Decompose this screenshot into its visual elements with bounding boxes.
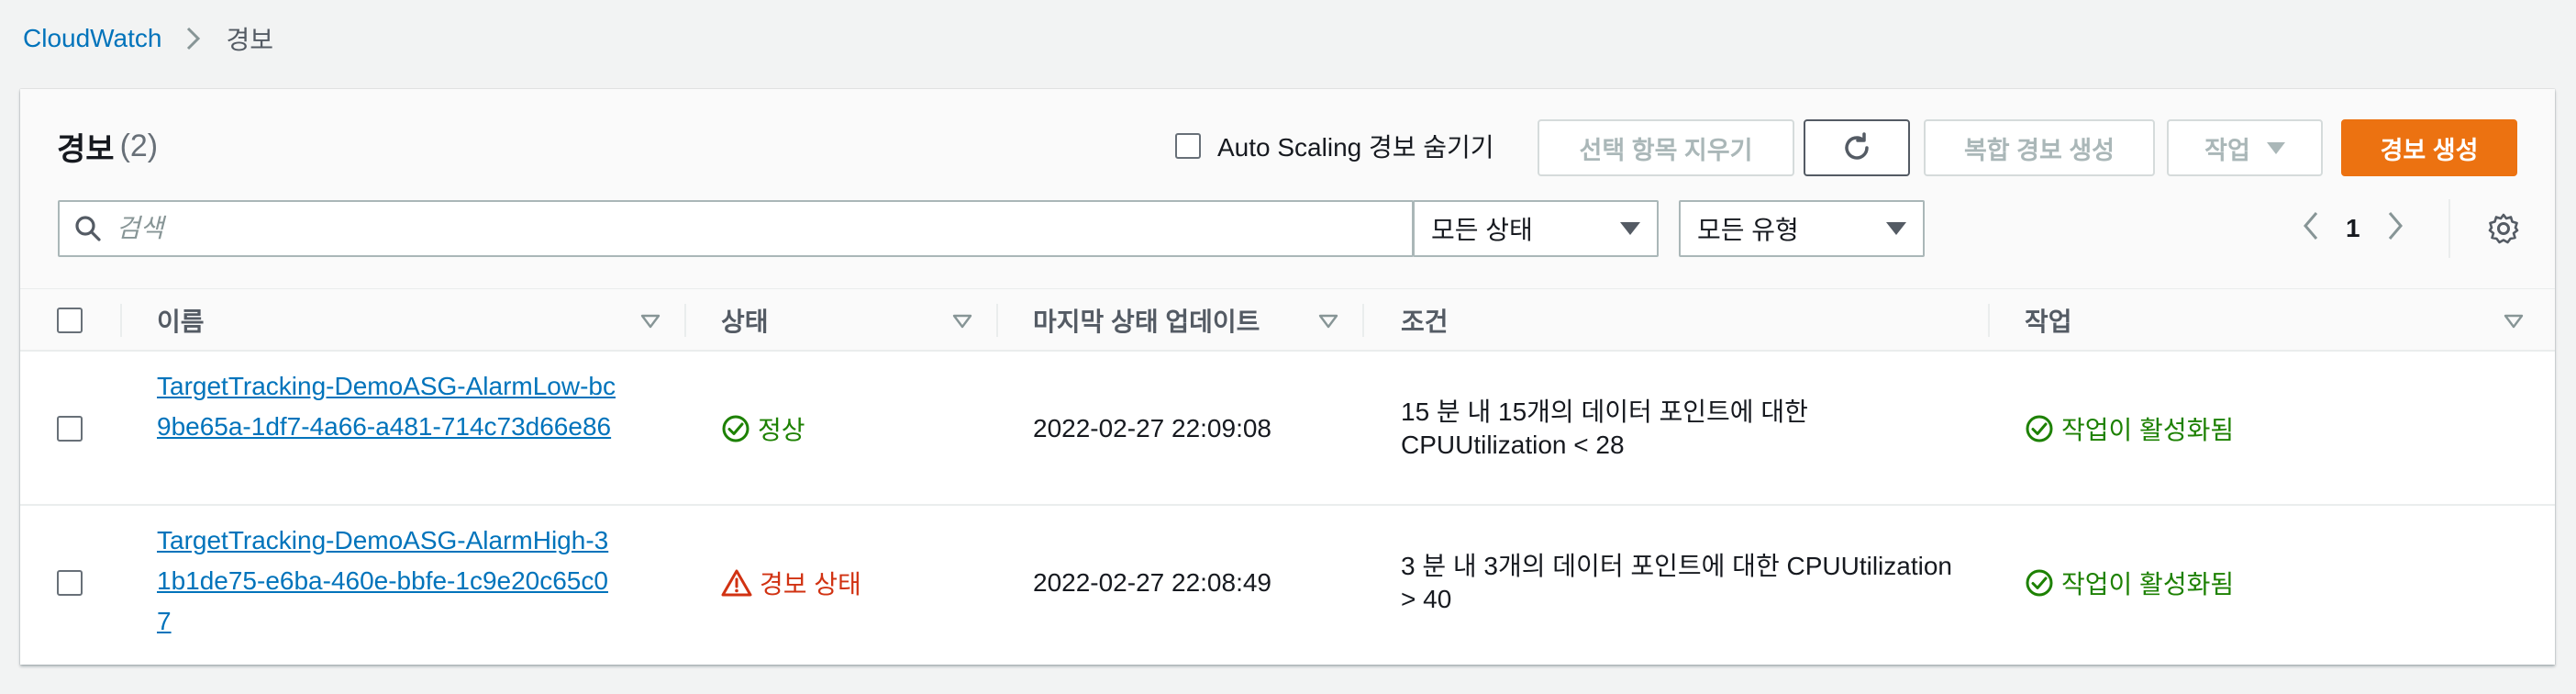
search-box[interactable] [58,200,1414,257]
column-divider [996,304,998,337]
search-input[interactable] [117,214,1382,243]
hide-autoscaling-label: Auto Scaling 경보 숨기기 [1217,133,1494,162]
refresh-icon [1845,132,1869,160]
column-divider [120,304,122,337]
pagination-divider [2448,199,2450,258]
alarm-name-link[interactable]: TargetTracking-DemoASG-AlarmLow-bc9be65a… [157,366,616,447]
column-divider [1988,304,1990,337]
alarm-state-cell: 정상 [721,352,805,506]
gear-icon[interactable] [2487,212,2520,245]
caret-down-icon [1886,222,1906,235]
alarm-name-cell: TargetTracking-DemoASG-AlarmLow-bc9be65a… [157,366,616,447]
column-divider [1362,304,1364,337]
alarm-name-link[interactable]: TargetTracking-DemoASG-AlarmHigh-31b1de7… [157,520,616,642]
condition-text: 3 분 내 3개의 데이터 포인트에 대한 CPUUtilization > 4… [1401,552,1952,613]
condition-cell: 3 분 내 3개의 데이터 포인트에 대한 CPUUtilization > 4… [1401,506,1970,660]
hide-autoscaling-toggle[interactable]: Auto Scaling 경보 숨기기 [1175,130,1494,162]
row-select-cell [57,352,83,506]
column-header-state[interactable]: 상태 [721,289,769,352]
search-icon [75,216,101,241]
last-update-cell: 2022-02-27 22:09:08 [1033,414,1271,442]
actions-status-text: 작업이 활성화됨 [2061,416,2235,444]
page-title: 경보 (2) [57,126,159,167]
column-header-name[interactable]: 이름 [157,289,205,352]
chevron-right-icon [180,25,207,52]
breadcrumb-cloudwatch-link[interactable]: CloudWatch [23,24,161,53]
check-circle-icon [2026,415,2053,442]
next-page-icon[interactable] [2386,210,2404,248]
select-all-cell [57,289,83,352]
alarm-state-text: 경보 상태 [760,570,861,599]
hide-autoscaling-checkbox[interactable] [1175,133,1201,159]
alarms-panel: 경보 (2) Auto Scaling 경보 숨기기 선택 항목 지우기 복합 … [20,89,2555,665]
create-composite-alarm-button[interactable]: 복합 경보 생성 [1924,119,2155,176]
condition-cell: 15 분 내 15개의 데이터 포인트에 대한 CPUUtilization <… [1401,352,1970,506]
check-circle-icon [722,415,749,442]
pagination: 1 [2302,207,2404,251]
table-row[interactable]: TargetTracking-DemoASG-AlarmLow-bc9be65a… [20,352,2555,506]
type-filter-value: 모든 유형 [1697,216,1799,244]
column-header-last-update[interactable]: 마지막 상태 업데이트 [1033,289,1260,352]
previous-page-icon[interactable] [2302,210,2320,248]
actions-status-text: 작업이 활성화됨 [2061,570,2235,599]
warning-icon [721,569,752,597]
state-filter-value: 모든 상태 [1431,216,1533,244]
create-alarm-button[interactable]: 경보 생성 [2341,119,2517,176]
alarm-count: (2) [119,128,159,163]
check-circle-icon [2026,569,2053,597]
row-select-cell [57,506,83,660]
alarm-state-cell: 경보 상태 [721,506,861,660]
column-header-actions: 작업 [2025,308,2072,336]
panel-header: 경보 (2) Auto Scaling 경보 숨기기 선택 항목 지우기 복합 … [20,89,2555,289]
breadcrumb: CloudWatch 경보 [23,20,273,57]
column-header-conditions: 조건 [1401,308,1449,336]
column-divider [684,304,686,337]
condition-text: 15 분 내 15개의 데이터 포인트에 대한 CPUUtilization <… [1401,397,1808,459]
refresh-button[interactable] [1804,119,1910,176]
breadcrumb-current: 경보 [226,26,274,54]
table-row[interactable]: TargetTracking-DemoASG-AlarmHigh-31b1de7… [20,506,2555,660]
actions-cell: 작업이 활성화됨 [2025,352,2234,506]
title-text: 경보 [57,131,115,167]
alarm-state-text: 정상 [758,416,805,444]
type-filter-select[interactable]: 모든 유형 [1679,200,1925,257]
table-header: 이름 상태 마지막 상태 업데이트 조건 작업 [20,289,2555,352]
actions-dropdown-button[interactable]: 작업 [2167,119,2323,176]
last-update-cell: 2022-02-27 22:08:49 [1033,568,1271,597]
clear-selection-button[interactable]: 선택 항목 지우기 [1538,119,1794,176]
select-all-checkbox[interactable] [57,308,83,333]
current-page-number[interactable]: 1 [2346,214,2360,243]
caret-down-icon [2266,141,2285,154]
caret-down-icon [1620,222,1640,235]
alarms-table: 이름 상태 마지막 상태 업데이트 조건 작업 TargetTracking-D… [20,289,2555,660]
alarm-name-cell: TargetTracking-DemoASG-AlarmHigh-31b1de7… [157,520,616,642]
row-checkbox[interactable] [57,416,83,442]
actions-label: 작업 [2204,136,2250,164]
row-checkbox[interactable] [57,570,83,596]
state-filter-select[interactable]: 모든 상태 [1413,200,1659,257]
actions-cell: 작업이 활성화됨 [2025,506,2234,660]
